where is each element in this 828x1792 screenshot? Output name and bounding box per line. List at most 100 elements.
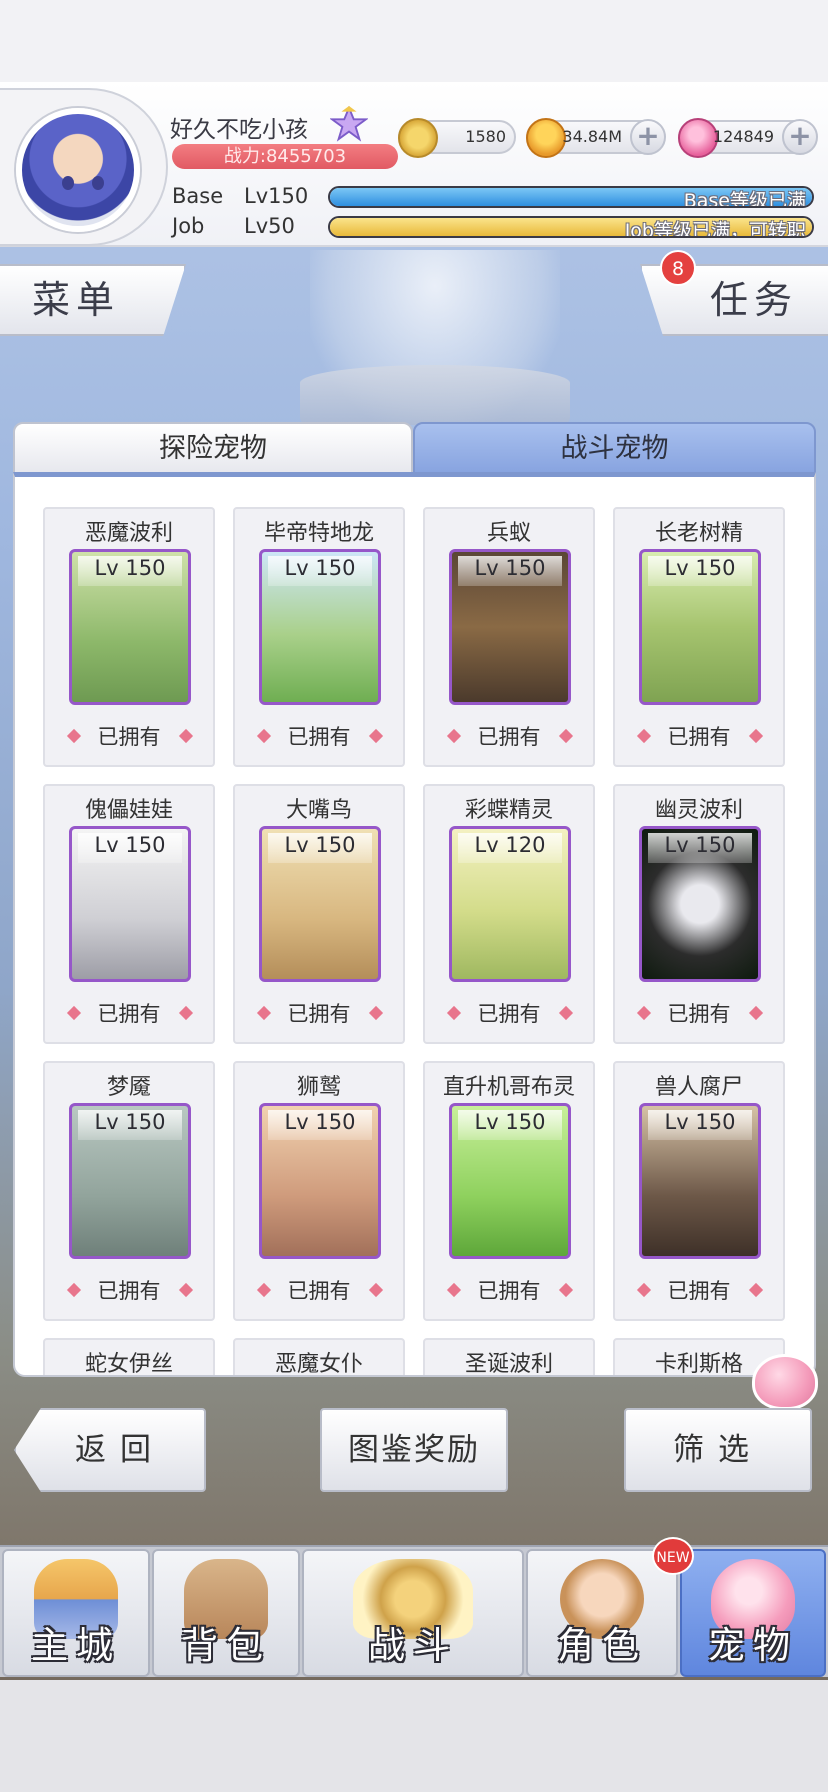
pet-card[interactable]: 傀儡娃娃 Lv 150 已拥有	[43, 784, 215, 1044]
pet-card[interactable]: 毕帝特地龙 Lv 150 已拥有	[233, 507, 405, 767]
pet-name: 兵蚁	[486, 521, 531, 546]
nav-battle[interactable]: 战斗	[302, 1549, 524, 1677]
pet-card[interactable]: 恶魔波利 Lv 150 已拥有	[43, 507, 215, 767]
job-exp-bar: Job等级已满，可转职	[328, 216, 814, 238]
pet-portrait[interactable]: Lv 150	[639, 826, 761, 982]
background-tower-base	[300, 365, 570, 425]
bottom-navigation: 主城 背包 战斗 角色 宠物	[0, 1545, 828, 1677]
pet-card[interactable]: 大嘴鸟 Lv 150 已拥有	[233, 784, 405, 1044]
pet-level: Lv 150	[268, 556, 372, 586]
combat-power-badge: 战力:8455703	[172, 144, 398, 169]
add-gem-button[interactable]: +	[782, 119, 818, 155]
pet-card[interactable]: 梦魇 Lv 150 已拥有	[43, 1061, 215, 1321]
pet-portrait[interactable]: Lv 150	[259, 1103, 381, 1259]
currency-zeny: 1580	[398, 118, 516, 158]
nav-pets[interactable]: 宠物	[680, 1549, 826, 1677]
pet-portrait[interactable]: Lv 150	[639, 549, 761, 705]
filter-button[interactable]: 筛选	[624, 1408, 812, 1492]
base-level: Lv150	[244, 184, 309, 208]
pet-card[interactable]: 幽灵波利 Lv 150 已拥有	[613, 784, 785, 1044]
pet-level: Lv 150	[78, 556, 182, 586]
job-label: Job	[172, 214, 205, 238]
pet-card[interactable]: 直升机哥布灵 Lv 150 已拥有	[423, 1061, 595, 1321]
pet-portrait[interactable]: Lv 150	[69, 549, 191, 705]
nav-label: 战斗	[368, 1624, 458, 1667]
pet-level: Lv 150	[648, 556, 752, 586]
pet-name: 毕帝特地龙	[263, 521, 374, 546]
pet-portrait[interactable]: Lv 150	[259, 549, 381, 705]
avatar-eye	[92, 176, 104, 190]
pet-name: 直升机哥布灵	[442, 1075, 575, 1100]
back-button[interactable]: 返回	[14, 1408, 206, 1492]
base-label: Base	[172, 184, 224, 208]
pet-level: Lv 150	[78, 833, 182, 863]
pet-level: Lv 150	[458, 556, 562, 586]
gold-coin-icon	[526, 118, 566, 158]
pet-portrait[interactable]: Lv 120	[449, 826, 571, 982]
currency-gem: 124849 +	[678, 118, 818, 158]
pet-level: Lv 150	[648, 1110, 752, 1140]
pet-name: 狮鹫	[296, 1075, 341, 1100]
pet-portrait[interactable]: Lv 150	[449, 1103, 571, 1259]
player-name: 好久不吃小孩	[170, 117, 308, 143]
menu-button[interactable]: 菜单	[0, 264, 186, 336]
zeny-coin-icon	[398, 118, 438, 158]
pet-name: 蛇女伊丝	[84, 1352, 173, 1377]
pet-card[interactable]: 彩蝶精灵 Lv 120 已拥有	[423, 784, 595, 1044]
collection-rewards-button[interactable]: 图鉴奖励	[320, 1408, 508, 1492]
nav-label: 主城	[31, 1624, 121, 1667]
add-gold-button[interactable]: +	[630, 119, 666, 155]
currency-value: 124849	[712, 127, 774, 146]
nav-label: 角色	[557, 1624, 647, 1667]
currency-value: 34.84M	[562, 127, 622, 146]
pet-name: 长老树精	[654, 521, 743, 546]
pet-level: Lv 120	[458, 833, 562, 863]
pet-card[interactable]: 狮鹫 Lv 150 已拥有	[233, 1061, 405, 1321]
pet-collection-panel[interactable]: 恶魔波利 Lv 150 已拥有 毕帝特地龙 Lv 150 已拥有 兵蚁 Lv 150 已拥有 长老…	[13, 472, 816, 1377]
pet-card[interactable]: 恶魔女仆	[233, 1338, 405, 1377]
task-count-badge: 8	[660, 250, 696, 286]
pet-portrait[interactable]: Lv 150	[639, 1103, 761, 1259]
pet-portrait[interactable]: Lv 150	[449, 549, 571, 705]
avatar[interactable]	[16, 108, 140, 232]
pet-tabs: 探险宠物 战斗宠物	[13, 422, 816, 474]
tab-battle-pets[interactable]: 战斗宠物	[413, 422, 816, 474]
pet-card[interactable]: 长老树精 Lv 150 已拥有	[613, 507, 785, 767]
base-exp-bar: Base等级已满	[328, 186, 814, 208]
pet-name: 大嘴鸟	[285, 798, 352, 823]
pet-name: 幽灵波利	[654, 798, 743, 823]
pet-name: 梦魇	[106, 1075, 151, 1100]
pet-name: 圣诞波利	[464, 1352, 553, 1377]
tab-exploration-pets[interactable]: 探险宠物	[13, 422, 413, 474]
rank-star-icon	[330, 106, 368, 142]
currency-value: 1580	[465, 127, 506, 146]
nav-backpack[interactable]: 背包	[152, 1549, 300, 1677]
pet-level: Lv 150	[268, 1110, 372, 1140]
job-status-text: Job等级已满，可转职	[624, 220, 806, 238]
pet-name: 恶魔波利	[84, 521, 173, 546]
pet-level: Lv 150	[268, 833, 372, 863]
pet-name: 恶魔女仆	[274, 1352, 363, 1377]
bottom-safe-area	[0, 1680, 828, 1792]
pet-portrait[interactable]: Lv 150	[259, 826, 381, 982]
pet-portrait[interactable]: Lv 150	[69, 1103, 191, 1259]
pet-level: Lv 150	[648, 833, 752, 863]
floating-poring-icon[interactable]	[752, 1354, 818, 1410]
pet-card[interactable]: 兵蚁 Lv 150 已拥有	[423, 507, 595, 767]
pet-card[interactable]: 蛇女伊丝	[43, 1338, 215, 1377]
nav-character[interactable]: 角色	[526, 1549, 678, 1677]
currency-gold: 34.84M +	[526, 118, 666, 158]
pet-card[interactable]: 圣诞波利	[423, 1338, 595, 1377]
pet-name: 彩蝶精灵	[464, 798, 553, 823]
job-level: Lv50	[244, 214, 295, 238]
pet-card[interactable]: 兽人腐尸 Lv 150 已拥有	[613, 1061, 785, 1321]
pet-portrait[interactable]: Lv 150	[69, 826, 191, 982]
status-bar-area	[0, 0, 828, 82]
avatar-frame[interactable]	[0, 88, 168, 246]
nav-label: 背包	[181, 1624, 271, 1667]
base-status-text: Base等级已满	[683, 190, 806, 208]
new-badge: NEW	[652, 1537, 694, 1575]
nav-label: 宠物	[708, 1624, 798, 1667]
nav-main-city[interactable]: 主城	[2, 1549, 150, 1677]
pet-level: Lv 150	[78, 1110, 182, 1140]
